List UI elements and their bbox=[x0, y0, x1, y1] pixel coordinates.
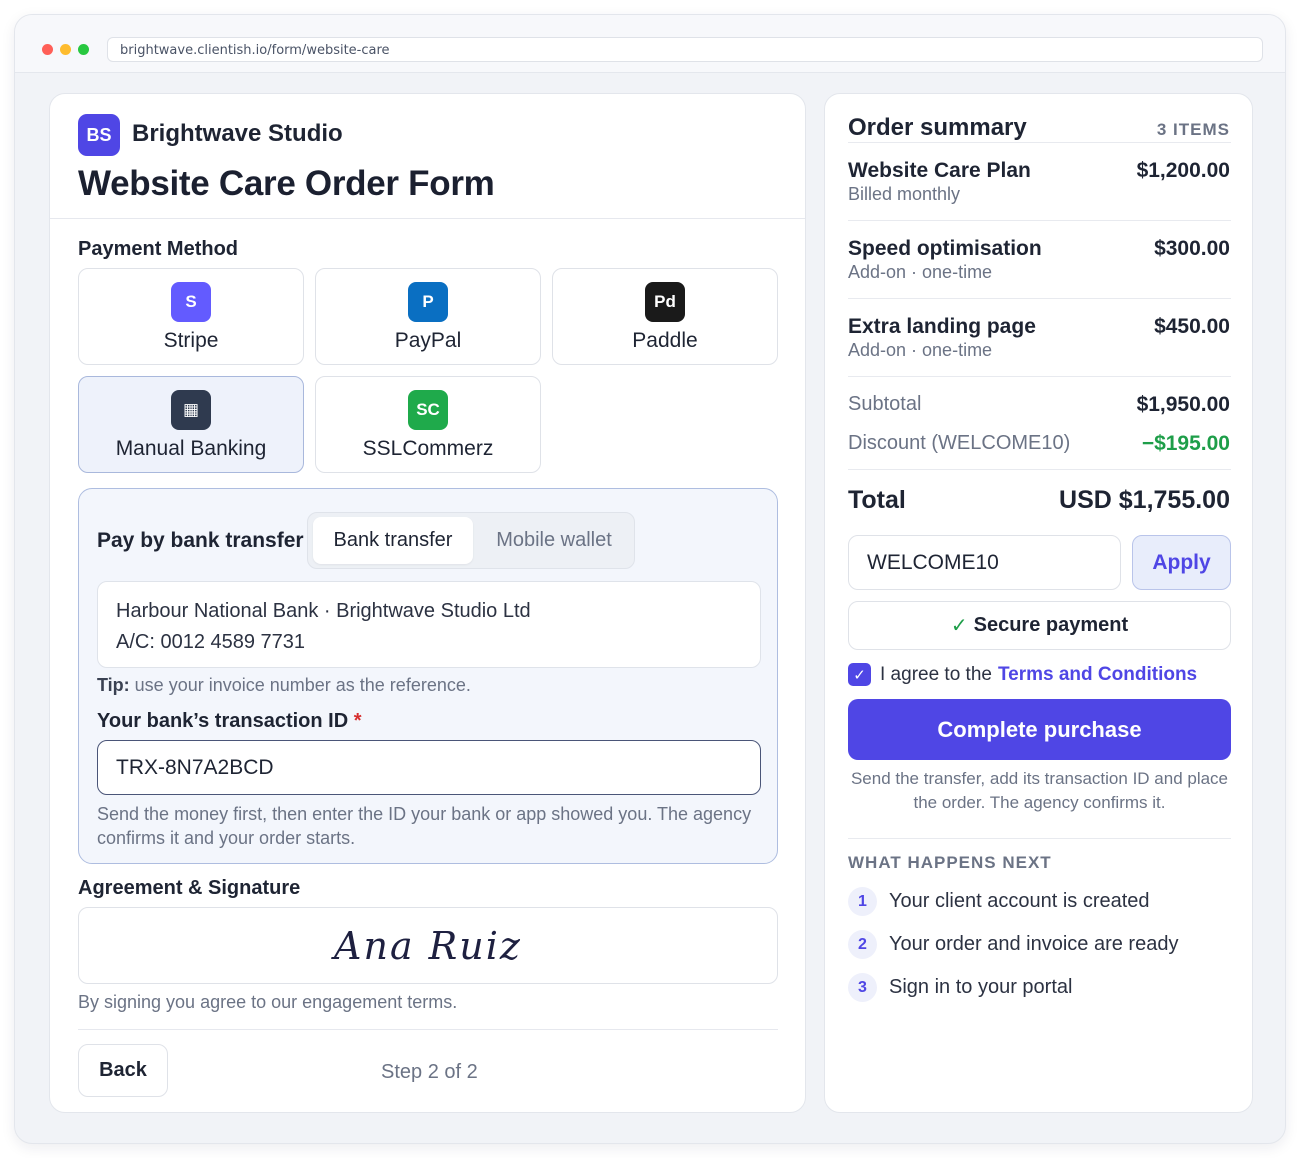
signature-text: Ana Ruiz bbox=[334, 923, 522, 968]
signature-help: By signing you agree to our engagement t… bbox=[78, 992, 458, 1012]
next-step-text: Your client account is created bbox=[889, 890, 1150, 912]
bank-details-box: Harbour National Bank · Brightwave Studi… bbox=[97, 581, 761, 668]
payment-option-label: PayPal bbox=[394, 329, 462, 352]
coupon-input[interactable]: WELCOME10 bbox=[848, 535, 1121, 590]
terms-agreement: I agree to the Terms and Conditions bbox=[880, 664, 1197, 686]
next-step-text: Sign in to your portal bbox=[889, 976, 1073, 998]
transaction-id-help: Send the money first, then enter the ID … bbox=[97, 804, 752, 848]
apply-coupon-button[interactable]: Apply bbox=[1132, 535, 1231, 590]
paddle-icon: Pd bbox=[645, 282, 685, 322]
step-number-badge: 1 bbox=[848, 887, 877, 916]
terms-checkbox[interactable]: ✓ bbox=[848, 663, 871, 686]
close-window-dot[interactable] bbox=[42, 44, 53, 55]
total-value: USD $1,755.00 bbox=[1059, 486, 1230, 514]
maximize-window-dot[interactable] bbox=[78, 44, 89, 55]
back-button[interactable]: Back bbox=[78, 1044, 168, 1097]
required-asterisk: * bbox=[353, 710, 362, 732]
page-title: Website Care Order Form bbox=[78, 164, 495, 203]
browser-window: brightwave.clientish.io/form/website-car… bbox=[14, 14, 1286, 1144]
step-number-badge: 2 bbox=[848, 930, 877, 959]
secure-payment-label: Secure payment bbox=[973, 614, 1129, 636]
tab-bank-transfer[interactable]: Bank transfer bbox=[313, 517, 473, 564]
bank-transfer-section: Pay by bank transfer Bank transfer Mobil… bbox=[78, 488, 778, 864]
bank-icon: ▦ bbox=[171, 390, 211, 430]
line-item-price: $300.00 bbox=[1154, 237, 1230, 260]
transaction-id-label-text: Your bank’s transaction ID bbox=[97, 710, 349, 732]
discount-label: Discount (WELCOME10) bbox=[848, 432, 1071, 454]
summary-divider bbox=[848, 298, 1231, 299]
agree-text: I agree to the bbox=[880, 664, 992, 685]
line-item-price: $450.00 bbox=[1154, 315, 1230, 338]
transaction-id-label: Your bank’s transaction ID * bbox=[97, 710, 362, 733]
order-summary-title: Order summary bbox=[848, 114, 1027, 141]
brand-logo: BS bbox=[78, 114, 120, 156]
bank-transfer-title: Pay by bank transfer bbox=[97, 529, 304, 552]
tip-label: Tip: bbox=[97, 675, 130, 695]
bank-name-line: Harbour National Bank · Brightwave Studi… bbox=[116, 600, 531, 622]
payment-method-label: Payment Method bbox=[78, 238, 239, 260]
purchase-help-text: Send the transfer, add its transaction I… bbox=[850, 769, 1229, 812]
item-count-badge: 3 ITEMS bbox=[1156, 120, 1230, 139]
checkbox-check-icon: ✓ bbox=[853, 666, 866, 684]
subtotal-value: $1,950.00 bbox=[1136, 393, 1230, 416]
next-step-text: Your order and invoice are ready bbox=[889, 933, 1179, 955]
terms-link[interactable]: Terms and Conditions bbox=[998, 664, 1197, 685]
tab-mobile-wallet[interactable]: Mobile wallet bbox=[478, 517, 630, 564]
total-label: Total bbox=[848, 486, 906, 514]
address-bar[interactable]: brightwave.clientish.io/form/website-car… bbox=[107, 37, 1263, 62]
signature-pad[interactable]: Ana Ruiz bbox=[78, 907, 778, 984]
line-item-sub: Add-on · one-time bbox=[848, 340, 993, 360]
step-number-badge: 3 bbox=[848, 973, 877, 1002]
reference-tip: Tip: use your invoice number as the refe… bbox=[97, 675, 471, 696]
payment-option-paypal[interactable]: P PayPal bbox=[315, 268, 541, 365]
footer-divider bbox=[78, 1029, 778, 1030]
line-item-name: Speed optimisation bbox=[848, 237, 1042, 260]
payment-option-label: Manual Banking bbox=[115, 437, 267, 460]
summary-divider bbox=[848, 142, 1231, 143]
minimize-window-dot[interactable] bbox=[60, 44, 71, 55]
checkmark-icon: ✓ bbox=[950, 615, 968, 637]
payment-option-sslcommerz[interactable]: SC SSLCommerz bbox=[315, 376, 541, 473]
payment-option-label: Paddle bbox=[632, 329, 698, 352]
line-item-price: $1,200.00 bbox=[1136, 159, 1230, 182]
next-steps-title: WHAT HAPPENS NEXT bbox=[848, 853, 1052, 872]
transaction-id-input[interactable]: TRX-8N7A2BCD bbox=[97, 740, 761, 795]
complete-purchase-button[interactable]: Complete purchase bbox=[848, 699, 1231, 760]
header-divider bbox=[50, 218, 805, 219]
paypal-icon: P bbox=[408, 282, 448, 322]
account-number-line: A/C: 0012 4589 7731 bbox=[116, 631, 306, 653]
discount-value: −$195.00 bbox=[1141, 432, 1230, 455]
line-item-sub: Add-on · one-time bbox=[848, 262, 993, 282]
summary-divider bbox=[848, 376, 1231, 377]
subtotal-label: Subtotal bbox=[848, 393, 922, 415]
line-item-sub: Billed monthly bbox=[848, 184, 961, 204]
summary-divider bbox=[848, 469, 1231, 470]
sslcommerz-icon: SC bbox=[408, 390, 448, 430]
summary-divider bbox=[848, 838, 1231, 839]
payment-option-manual-banking[interactable]: ▦ Manual Banking bbox=[78, 376, 304, 473]
order-form-panel: BS Brightwave Studio Website Care Order … bbox=[49, 93, 806, 1113]
tip-text: use your invoice number as the reference… bbox=[129, 675, 471, 695]
line-item-name: Website Care Plan bbox=[848, 159, 1031, 182]
payment-option-label: SSLCommerz bbox=[362, 437, 494, 460]
stripe-icon: S bbox=[171, 282, 211, 322]
transfer-type-toggle: Bank transfer Mobile wallet bbox=[307, 512, 635, 569]
summary-divider bbox=[848, 220, 1231, 221]
payment-option-paddle[interactable]: Pd Paddle bbox=[552, 268, 778, 365]
step-indicator: Step 2 of 2 bbox=[381, 1061, 478, 1083]
browser-chrome: brightwave.clientish.io/form/website-car… bbox=[15, 15, 1285, 73]
line-item-name: Extra landing page bbox=[848, 315, 1036, 338]
agreement-signature-label: Agreement & Signature bbox=[78, 877, 301, 899]
secure-payment-badge: ✓ Secure payment bbox=[848, 601, 1231, 650]
brand-name: Brightwave Studio bbox=[132, 120, 343, 147]
payment-option-label: Stripe bbox=[163, 329, 219, 352]
order-summary-panel: Order summary 3 ITEMS Website Care Plan … bbox=[824, 93, 1253, 1113]
payment-option-stripe[interactable]: S Stripe bbox=[78, 268, 304, 365]
